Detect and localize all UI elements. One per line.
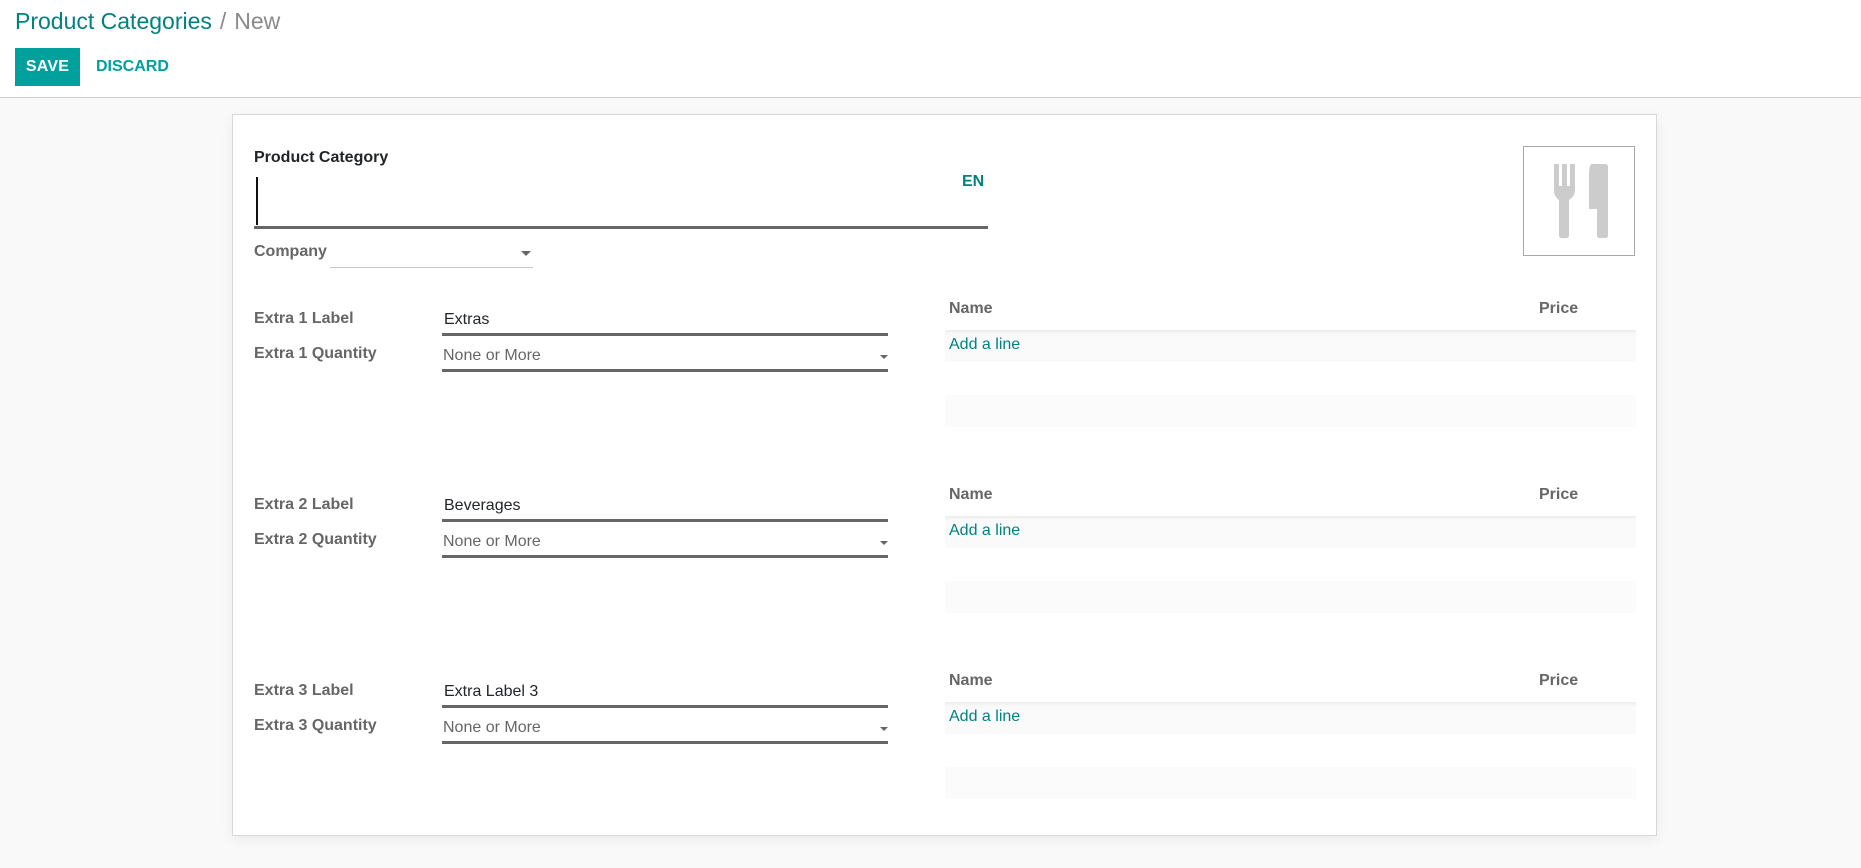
extra-2-quantity-select[interactable]: None or More <box>442 528 888 558</box>
extra-3-label-input[interactable]: Extra Label 3 <box>442 678 888 708</box>
product-category-label: Product Category <box>254 149 389 166</box>
extra-3-quantity-select[interactable]: None or More <box>442 714 888 744</box>
column-header-price[interactable]: Price <box>1539 486 1578 504</box>
extra-2-label-field-label: Extra 2 Label <box>254 496 354 513</box>
chevron-down-icon <box>880 727 888 731</box>
column-header-name[interactable]: Name <box>949 672 993 690</box>
extra-1-label-input[interactable]: Extras <box>442 306 888 336</box>
extra-1-quantity-value: None or More <box>443 347 541 364</box>
table-row <box>945 362 1636 395</box>
breadcrumb-current: New <box>234 8 281 34</box>
lines-table-header: Name Price <box>945 480 1636 516</box>
extra-1-section: Extra 1 Label Extras Extra 1 Quantity No… <box>233 300 1656 496</box>
extra-1-quantity-field-label: Extra 1 Quantity <box>254 345 377 362</box>
control-panel: Product Categories / New SAVE DISCARD <box>0 0 1861 98</box>
extra-1-quantity-select[interactable]: None or More <box>442 342 888 372</box>
add-a-line-link[interactable]: Add a line <box>949 708 1020 726</box>
lines-table-header: Name Price <box>945 294 1636 330</box>
chevron-down-icon <box>880 541 888 545</box>
lines-table-header: Name Price <box>945 666 1636 702</box>
language-toggle-button[interactable]: EN <box>962 173 984 191</box>
extra-3-lines-table: Name Price Add a line <box>945 666 1636 799</box>
extra-3-quantity-field-label: Extra 3 Quantity <box>254 717 377 734</box>
table-row <box>945 548 1636 581</box>
discard-button[interactable]: DISCARD <box>88 48 177 86</box>
form-sheet: Product Category EN Company Extra 1 Labe… <box>232 114 1657 836</box>
breadcrumb: Product Categories / New <box>15 6 280 36</box>
extra-2-label-input[interactable]: Beverages <box>442 492 888 522</box>
save-button[interactable]: SAVE <box>15 48 80 86</box>
breadcrumb-separator: / <box>219 8 227 34</box>
breadcrumb-parent-link[interactable]: Product Categories <box>15 8 212 34</box>
column-header-price[interactable]: Price <box>1539 672 1578 690</box>
extra-2-lines-table: Name Price Add a line <box>945 480 1636 613</box>
add-a-line-link[interactable]: Add a line <box>949 522 1020 540</box>
table-row <box>945 734 1636 767</box>
extra-1-lines-table: Name Price Add a line <box>945 294 1636 427</box>
table-row <box>945 767 1636 799</box>
extra-2-quantity-field-label: Extra 2 Quantity <box>254 531 377 548</box>
table-row <box>945 395 1636 427</box>
extra-3-quantity-value: None or More <box>443 719 541 736</box>
company-select[interactable] <box>330 241 533 268</box>
product-category-name-input[interactable] <box>254 173 988 229</box>
extra-2-quantity-value: None or More <box>443 533 541 550</box>
table-row: Add a line <box>945 702 1636 734</box>
chevron-down-icon <box>880 355 888 359</box>
extra-1-label-field-label: Extra 1 Label <box>254 310 354 327</box>
extra-3-section: Extra 3 Label Extra Label 3 Extra 3 Quan… <box>233 672 1656 868</box>
column-header-name[interactable]: Name <box>949 486 993 504</box>
column-header-name[interactable]: Name <box>949 300 993 318</box>
table-row: Add a line <box>945 330 1636 362</box>
table-row: Add a line <box>945 516 1636 548</box>
chevron-down-icon <box>521 251 531 256</box>
table-row <box>945 581 1636 613</box>
add-a-line-link[interactable]: Add a line <box>949 336 1020 354</box>
column-header-price[interactable]: Price <box>1539 300 1578 318</box>
company-label: Company <box>254 243 327 260</box>
extra-2-section: Extra 2 Label Beverages Extra 2 Quantity… <box>233 486 1656 682</box>
category-image-field[interactable] <box>1523 146 1635 256</box>
extra-3-label-field-label: Extra 3 Label <box>254 682 354 699</box>
text-cursor <box>256 177 258 225</box>
cutlery-icon <box>1554 164 1608 238</box>
